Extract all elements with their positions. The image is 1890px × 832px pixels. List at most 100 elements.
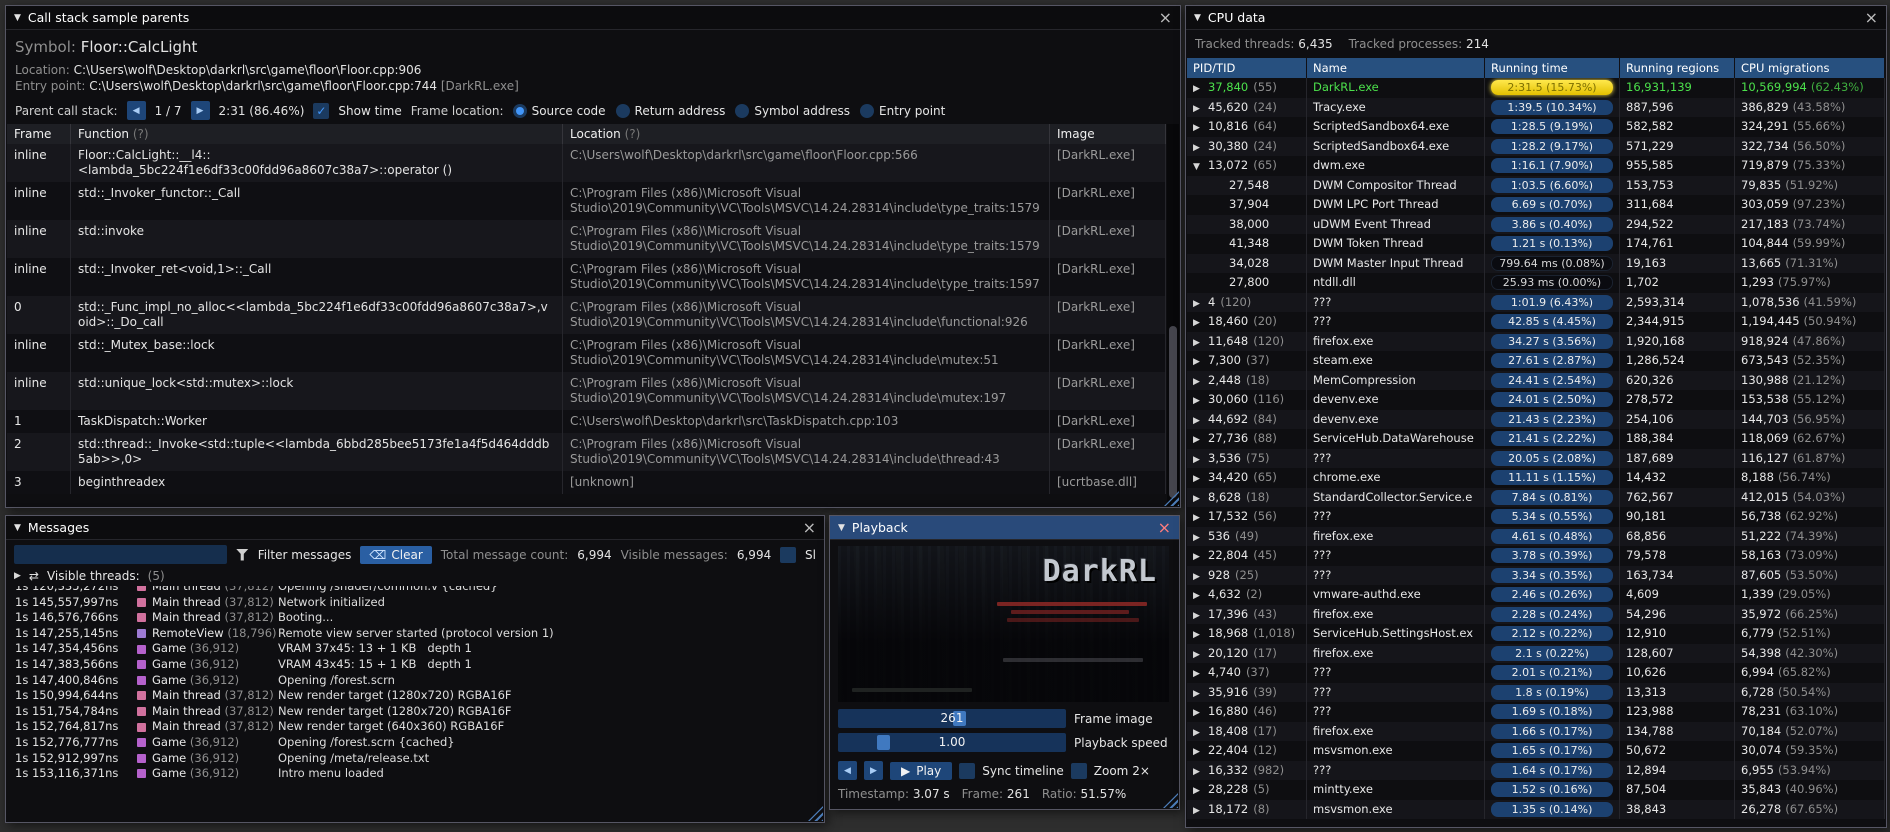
expand-icon[interactable]: ▶ [1193, 392, 1208, 410]
speed-slider[interactable]: 1.00 [838, 733, 1066, 752]
message-row[interactable]: 1s 153,116,371ns Game (36,912) Intro men… [7, 766, 823, 782]
next-frame-button[interactable]: ▶ [864, 761, 883, 780]
prev-frame-button[interactable]: ◀ [838, 761, 857, 780]
expand-icon[interactable]: ▶ [1193, 802, 1208, 820]
zoom-checkbox[interactable]: ✓ [1070, 762, 1087, 779]
callstack-row[interactable]: 2 std::thread::_Invoke<std::tuple<<lambd… [7, 433, 1166, 471]
cpu-row[interactable]: ▶ 4,632 (2) vmware-authd.exe 2.46 s (0.26%… [1187, 585, 1885, 605]
expand-icon[interactable]: ▶ [1193, 548, 1208, 566]
expand-icon[interactable]: ▶ [1193, 119, 1208, 137]
cpu-row[interactable]: 41,348 DWM Token Thread 1.21 s (0.13%) 1… [1187, 234, 1885, 254]
expand-icon[interactable]: ▶ [1193, 373, 1208, 391]
expand-icon[interactable]: ▶ [1193, 607, 1208, 625]
message-row[interactable]: 1s 147,400,846ns Game (36,912) Opening /… [7, 673, 823, 689]
cpu-row[interactable]: ▶ 22,804 (45) ??? 3.78 s (0.39%) 79,578 58… [1187, 546, 1885, 566]
callstack-row[interactable]: inline Floor::CalcLight::__l4::<lambda_5… [7, 144, 1166, 182]
radio-icon[interactable] [860, 103, 874, 118]
close-icon[interactable]: × [1865, 9, 1878, 26]
cpu-row[interactable]: ▶ 4,740 (37) ??? 2.01 s (0.21%) 10,626 6,9… [1187, 663, 1885, 683]
clipped-checkbox[interactable]: ✓ [780, 546, 797, 563]
cpu-row[interactable]: 37,904 DWM LPC Port Thread 6.69 s (0.70%… [1187, 195, 1885, 215]
collapse-icon[interactable]: ▼ [1194, 13, 1201, 23]
cpu-row[interactable]: ▶ 20,120 (17) firefox.exe 2.1 s (0.22%) 12… [1187, 643, 1885, 663]
col-image[interactable]: Image [1050, 124, 1166, 144]
cpu-row[interactable]: ▶ 18,968 (1,018) ServiceHub.SettingsHost.e… [1187, 624, 1885, 644]
cpu-row[interactable]: ▶ 928 (25) ??? 3.34 s (0.35%) 163,734 87,6… [1187, 565, 1885, 585]
cpu-row[interactable]: ▼ 13,072 (65) dwm.exe 1:16.1 (7.90%) 955,5… [1187, 156, 1885, 176]
cpu-titlebar[interactable]: ▼ CPU data × [1186, 6, 1886, 30]
expand-icon[interactable]: ▶ [1193, 529, 1208, 547]
message-row[interactable]: 1s 152,912,997ns Game (36,912) Opening /… [7, 751, 823, 767]
callstack-row[interactable]: inline std::unique_lock<std::mutex>::loc… [7, 372, 1166, 410]
col-function[interactable]: Function (?) [71, 124, 563, 144]
message-row[interactable]: 1s 147,255,145ns RemoteView (18,796) Rem… [7, 626, 823, 642]
filter-input[interactable] [14, 545, 227, 564]
col-frame[interactable]: Frame [7, 124, 71, 144]
prev-parent-button[interactable]: ◀ [126, 101, 146, 120]
scrollbar-thumb[interactable] [1169, 326, 1177, 499]
cpu-row[interactable]: 27,800 ntdll.dll 25.93 ms (0.00%) 1,702 … [1187, 273, 1885, 293]
expand-icon[interactable]: ▶ [1193, 412, 1208, 430]
expand-icon[interactable]: ▶ [1193, 100, 1208, 118]
visible-threads-row[interactable]: ▶ ⇄ Visible threads: (5) [6, 567, 824, 587]
callstack-row[interactable]: inline std::invoke C:\Program Files (x86… [7, 220, 1166, 258]
message-row[interactable]: 1s 145,557,997ns Main thread (37,812) Ne… [7, 595, 823, 611]
collapse-icon[interactable]: ▼ [14, 13, 21, 23]
messages-titlebar[interactable]: ▼ Messages × [6, 516, 824, 540]
scrollbar[interactable] [1167, 124, 1179, 506]
callstack-row[interactable]: 0 std::_Func_impl_no_alloc<<lambda_5bc22… [7, 296, 1166, 334]
expand-icon[interactable]: ▶ [1193, 314, 1208, 332]
cpu-row[interactable]: ▶ 16,332 (982) ??? 1.64 s (0.17%) 12,894 6… [1187, 760, 1885, 781]
frame-location-radio[interactable]: Source code [512, 103, 606, 118]
expand-icon[interactable]: ▶ [1193, 763, 1208, 781]
sync-timeline-checkbox[interactable]: ✓ [959, 762, 976, 779]
cpu-row[interactable]: ▶ 18,172 (8) msvsmon.exe 1.35 s (0.14%) 38… [1187, 799, 1885, 820]
callstack-row[interactable]: 3 beginthreadex [unknown] [ucrtbase.dll] [7, 471, 1166, 494]
cpu-row[interactable]: ▶ 4 (120) ??? 1:01.9 (6.43%) 2,593,314 1,0… [1187, 292, 1885, 313]
col-location[interactable]: Location (?) [563, 124, 1050, 144]
cpu-row[interactable]: ▶ 45,620 (24) Tracy.exe 1:39.5 (10.34%) 88… [1187, 97, 1885, 118]
message-row[interactable]: 1s 151,754,784ns Main thread (37,812) Ne… [7, 704, 823, 720]
play-button[interactable]: ▶ Play [890, 761, 953, 780]
expand-icon[interactable]: ▼ [1193, 158, 1208, 176]
expand-icon[interactable]: ▶ [1193, 490, 1208, 508]
next-parent-button[interactable]: ▶ [190, 101, 210, 120]
expand-icon[interactable]: ▶ [1193, 685, 1208, 703]
close-icon[interactable]: × [803, 519, 816, 536]
expand-icon[interactable]: ▶ [1193, 782, 1208, 800]
expand-icon[interactable]: ▶ [14, 571, 21, 581]
col-pid-tid[interactable]: PID/TID [1187, 58, 1307, 78]
message-row[interactable]: 1s 120,335,272ns Main thread (37,812) Op… [7, 586, 823, 595]
cpu-row[interactable]: ▶ 11,648 (120) firefox.exe 34.27 s (3.56%)… [1187, 331, 1885, 352]
close-icon[interactable]: × [1158, 519, 1171, 536]
cpu-row[interactable]: ▶ 37,840 (55) DarkRL.exe 2:31.5 (15.73%) 1… [1187, 78, 1885, 98]
expand-icon[interactable]: ▶ [1193, 626, 1208, 644]
close-icon[interactable]: × [1159, 9, 1172, 26]
callstack-row[interactable]: 1 TaskDispatch::Worker C:\Users\wolf\Des… [7, 410, 1166, 433]
cpu-row[interactable]: ▶ 27,736 (88) ServiceHub.DataWarehouse 21.… [1187, 429, 1885, 449]
col-cpu-migrations[interactable]: CPU migrations [1735, 58, 1885, 78]
cpu-row[interactable]: ▶ 18,408 (17) firefox.exe 1.66 s (0.17%) 1… [1187, 721, 1885, 741]
cpu-row[interactable]: ▶ 536 (49) firefox.exe 4.61 s (0.48%) 68,8… [1187, 526, 1885, 547]
expand-icon[interactable]: ▶ [1193, 295, 1208, 313]
expand-icon[interactable]: ▶ [1193, 431, 1208, 449]
col-name[interactable]: Name [1307, 58, 1485, 78]
cpu-row[interactable]: ▶ 34,420 (65) chrome.exe 11.11 s (1.15%) 1… [1187, 468, 1885, 488]
callstack-titlebar[interactable]: ▼ Call stack sample parents × [6, 6, 1180, 30]
cpu-row[interactable]: ▶ 16,880 (46) ??? 1.69 s (0.18%) 123,988 7… [1187, 702, 1885, 722]
radio-icon[interactable] [735, 103, 750, 118]
message-row[interactable]: 1s 150,994,644ns Main thread (37,812) Ne… [7, 688, 823, 704]
expand-icon[interactable]: ▶ [1193, 353, 1208, 371]
cpu-row[interactable]: ▶ 30,380 (24) ScriptedSandbox64.exe 1:28.2… [1187, 136, 1885, 157]
collapse-icon[interactable]: ▼ [838, 523, 845, 533]
frame-location-radio[interactable]: Return address [615, 103, 725, 118]
cpu-row[interactable]: ▶ 22,404 (12) msvsmon.exe 1.65 s (0.17%) 5… [1187, 741, 1885, 761]
expand-icon[interactable]: ▶ [1193, 334, 1208, 352]
message-row[interactable]: 1s 147,383,566ns Game (36,912) VRAM 43x4… [7, 657, 823, 673]
expand-icon[interactable]: ▶ [1193, 665, 1208, 683]
frame-location-radio[interactable]: Symbol address [735, 103, 850, 118]
expand-icon[interactable]: ▶ [1193, 139, 1208, 157]
expand-icon[interactable]: ▶ [1193, 587, 1208, 605]
radio-icon[interactable] [512, 103, 527, 118]
frame-location-radio[interactable]: Entry point [860, 103, 945, 118]
